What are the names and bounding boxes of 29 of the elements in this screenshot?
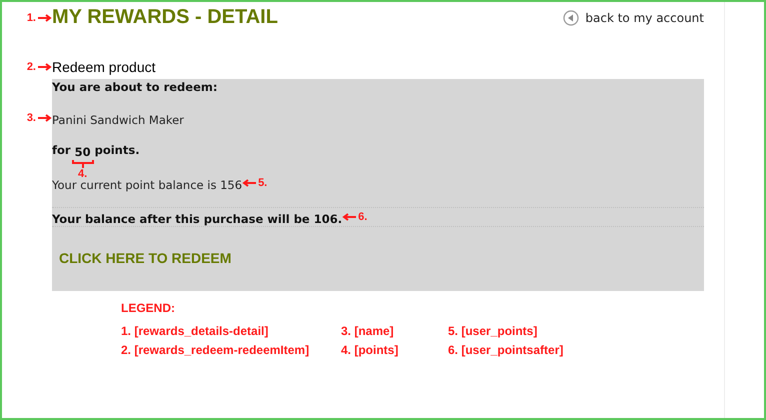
arrow-icon (38, 114, 52, 122)
sentence-text: for (52, 143, 71, 157)
bracket-icon (72, 160, 94, 168)
legend-item: 6. [user_pointsafter] (448, 343, 564, 357)
arrow-icon (38, 14, 52, 22)
arrow-icon (242, 179, 256, 187)
marker-number: 5. (258, 177, 268, 189)
legend-item: 2. [rewards_redeem-redeemItem] (121, 343, 310, 357)
marker-number: 6. (358, 211, 368, 223)
back-link[interactable]: back to my account (563, 10, 704, 26)
marker-number: 2. (26, 61, 36, 73)
intro-text: You are about to redeem: (52, 80, 218, 94)
page-title: MY REWARDS - DETAIL (52, 6, 278, 29)
product-name: Panini Sandwich Maker (52, 112, 184, 126)
legend-item: 3. [name] (341, 324, 395, 338)
arrow-icon (342, 213, 356, 221)
marker-number: 3. (26, 112, 36, 124)
balance-after-text: Your balance after this purchase will be 106. (52, 212, 342, 226)
section-heading: Redeem product (52, 58, 156, 76)
marker-number: 4. (78, 168, 88, 180)
legend-item: 1. [rewards_details-detail] (121, 324, 270, 338)
arrow-icon (38, 63, 52, 71)
legend-item: 5. [user_points] (448, 324, 538, 338)
sentence-text: points. (94, 143, 140, 157)
points-value: 50 (74, 144, 91, 158)
marker-number: 1. (26, 12, 36, 24)
legend-title: LEGEND: (121, 301, 176, 315)
legend-item: 4. [points] (341, 343, 400, 357)
balance-text: Your current point balance is 156 (52, 178, 242, 192)
